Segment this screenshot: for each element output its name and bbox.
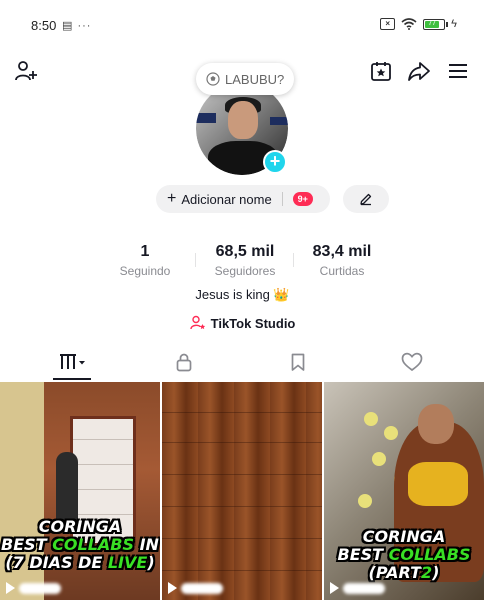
charging-icon: ϟ xyxy=(451,18,457,30)
add-name-button[interactable]: + Adicionar nome 9+ xyxy=(156,185,330,213)
add-story-button[interactable]: + xyxy=(263,150,287,174)
wifi-icon xyxy=(401,18,417,30)
view-count xyxy=(330,582,385,594)
note-bubble[interactable]: LABUBU? xyxy=(196,63,295,95)
soccer-ball-icon xyxy=(206,72,220,86)
bookmark-icon xyxy=(291,353,305,371)
tiktok-studio-link[interactable]: TikTok Studio xyxy=(0,315,485,331)
video-caption: CORINGA BEST COLLABS (PART2) xyxy=(324,528,484,582)
status-bar: 8:50 ▤ ··· × 77 ϟ xyxy=(0,0,485,52)
mute-icon: × xyxy=(380,18,396,30)
avatar-background-banner xyxy=(270,117,288,125)
stat-following[interactable]: 1 Seguindo xyxy=(100,243,190,278)
studio-person-star-icon xyxy=(189,315,205,330)
stat-value: 1 xyxy=(140,243,150,260)
thumbnail-person xyxy=(418,404,454,444)
stat-label: Seguidores xyxy=(214,264,276,278)
share-icon[interactable] xyxy=(406,58,432,84)
stat-divider xyxy=(195,253,196,267)
video-thumbnail[interactable] xyxy=(162,382,322,600)
stat-label: Curtidas xyxy=(319,264,365,278)
caption-line: BEST COLLABS IN xyxy=(1,535,159,554)
views-redacted xyxy=(343,582,385,594)
view-count xyxy=(168,582,223,594)
notification-badge: 9+ xyxy=(292,192,313,206)
thumbnail-shirt-logo xyxy=(408,462,468,506)
heart-icon xyxy=(401,352,423,372)
calendar-star-icon[interactable] xyxy=(368,58,394,84)
stat-likes[interactable]: 83,4 mil Curtidas xyxy=(297,243,387,278)
status-time: 8:50 xyxy=(31,18,57,33)
active-tab-indicator xyxy=(53,378,91,380)
grid-videos-icon xyxy=(60,354,85,369)
stat-value: 83,4 mil xyxy=(312,243,372,260)
play-icon xyxy=(6,582,15,594)
menu-icon[interactable] xyxy=(445,58,471,84)
thumbnail-scene xyxy=(364,412,378,426)
profile-tabs xyxy=(0,346,485,382)
caption-line: BEST COLLABS xyxy=(337,545,471,564)
video-thumbnail[interactable]: CORINGA BEST COLLABS (PART2) xyxy=(324,382,484,600)
video-thumbnail[interactable]: CORINGA BEST COLLABS IN (7 DIAS DE LIVE) xyxy=(0,382,160,600)
stat-divider xyxy=(293,253,294,267)
notification-icons: ▤ ··· xyxy=(62,20,92,32)
video-caption: CORINGA BEST COLLABS IN (7 DIAS DE LIVE) xyxy=(0,518,160,572)
avatar-head xyxy=(228,101,258,139)
stat-followers[interactable]: 68,5 mil Seguidores xyxy=(200,243,290,278)
note-text: LABUBU? xyxy=(225,71,285,87)
profile-stats: 1 Seguindo 68,5 mil Seguidores 83,4 mil … xyxy=(100,243,390,283)
stat-value: 68,5 mil xyxy=(215,243,275,260)
views-redacted xyxy=(181,582,223,594)
tab-videos[interactable] xyxy=(52,346,92,378)
caption-line: (PART2) xyxy=(368,563,440,582)
play-icon xyxy=(330,582,339,594)
bio: Jesus is king 👑 xyxy=(195,287,290,302)
avatar-background-banner xyxy=(196,113,216,123)
tab-saved[interactable] xyxy=(278,346,318,378)
lock-icon xyxy=(176,353,192,372)
battery-icon: 77 xyxy=(423,18,449,30)
battery-level: 77 xyxy=(425,20,440,28)
tab-liked[interactable] xyxy=(392,346,432,378)
stat-label: Seguindo xyxy=(119,264,171,278)
view-count xyxy=(6,582,61,594)
add-name-label: Adicionar nome xyxy=(181,191,272,207)
play-icon xyxy=(168,582,177,594)
video-grid: CORINGA BEST COLLABS IN (7 DIAS DE LIVE)… xyxy=(0,382,485,600)
pencil-icon xyxy=(360,193,372,206)
views-redacted xyxy=(19,582,61,594)
edit-profile-button[interactable] xyxy=(343,185,389,213)
status-right-icons: × 77 ϟ xyxy=(380,18,457,30)
caption-line: CORINGA xyxy=(362,527,446,546)
studio-label: TikTok Studio xyxy=(210,315,296,331)
plus-icon: + xyxy=(167,190,177,207)
caption-line: (7 DIAS DE LIVE) xyxy=(5,553,155,572)
tab-private[interactable] xyxy=(164,346,204,378)
divider xyxy=(281,192,283,206)
add-friend-icon[interactable] xyxy=(13,58,39,84)
caption-line: CORINGA xyxy=(38,517,122,536)
